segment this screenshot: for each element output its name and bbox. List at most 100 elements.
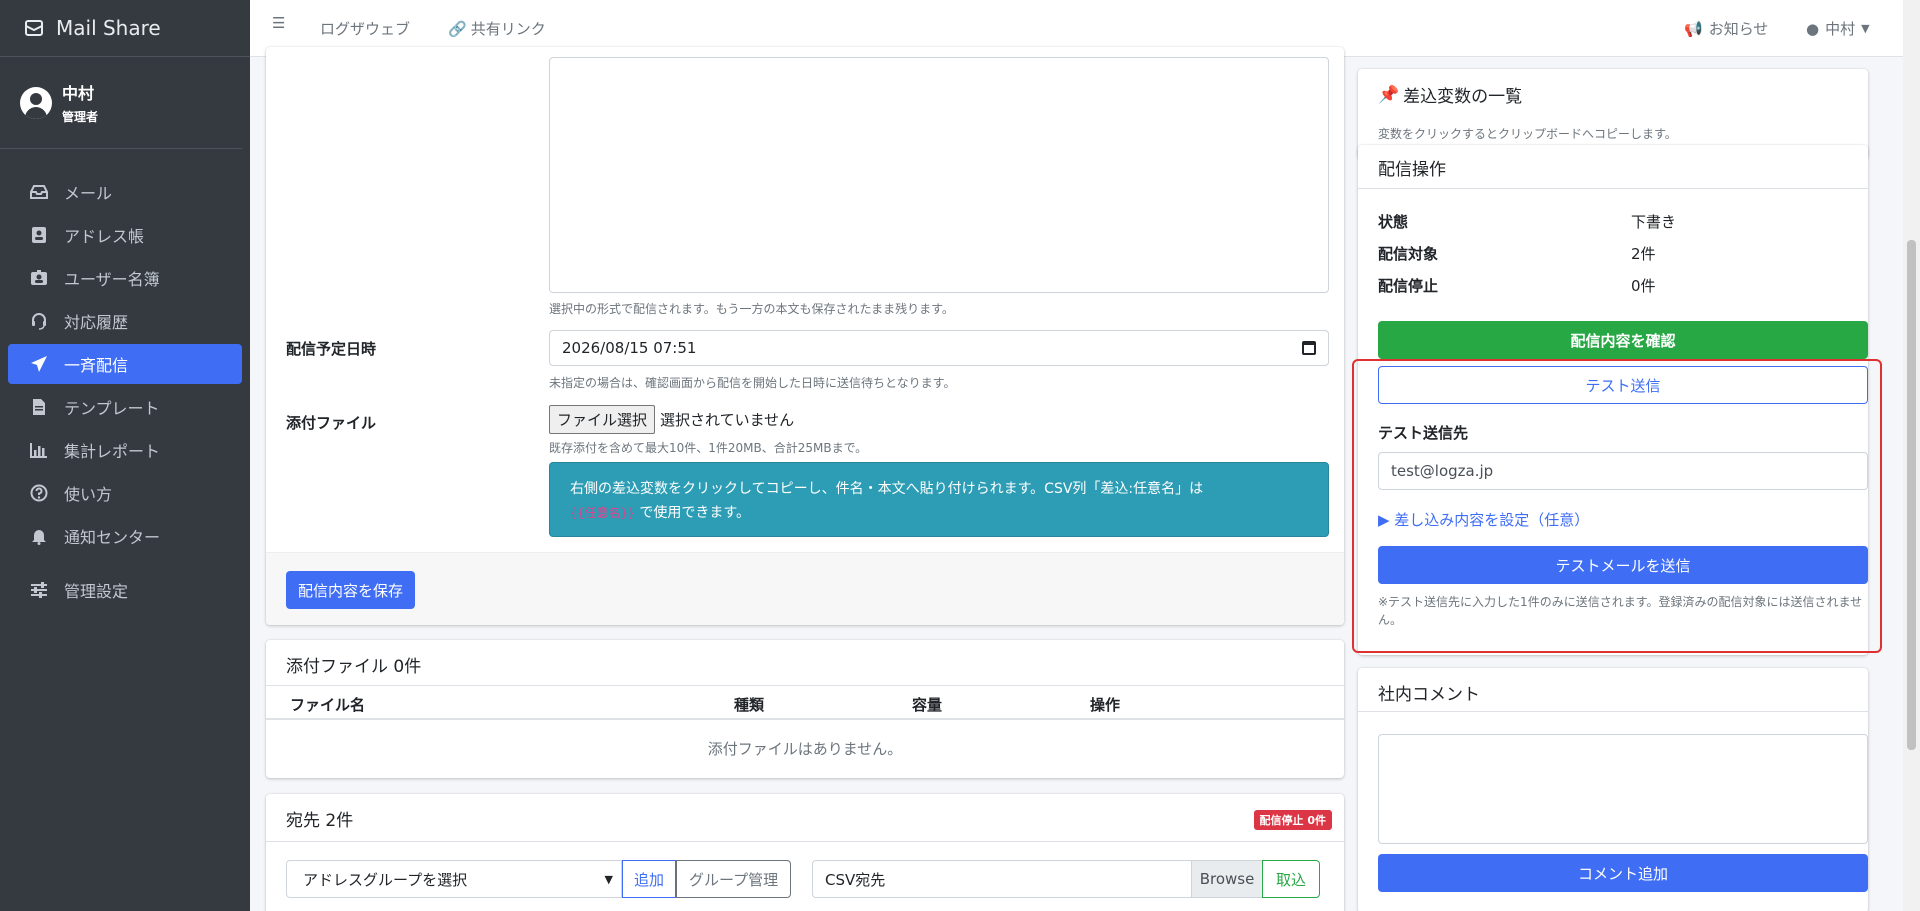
- add-group-button[interactable]: 追加: [622, 860, 677, 898]
- link-icon: 🔗: [448, 19, 467, 38]
- csv-file-input[interactable]: CSV宛先: [812, 860, 1192, 898]
- sidebar-item-label: 通知センター: [64, 528, 161, 547]
- sliders-icon: [28, 581, 50, 599]
- target-key: 配信対象: [1378, 245, 1439, 263]
- scrollbar-thumb[interactable]: [1907, 240, 1916, 750]
- inbox-icon: [28, 183, 50, 201]
- sidebar-item-label: 一斉配信: [64, 356, 129, 375]
- test-dest-input[interactable]: test@logza.jp: [1378, 452, 1868, 490]
- merge-info-callout: 右側の差込変数をクリックしてコピーし、件名・本文へ貼り付けられます。CSV列「差…: [549, 462, 1329, 537]
- sidebar-item-mail[interactable]: メール: [8, 172, 242, 212]
- sidebar-item-label: 管理設定: [64, 582, 129, 601]
- unsubscribe-badge: 配信停止 0件: [1253, 810, 1332, 830]
- target-row: 配信対象 2件: [1378, 243, 1656, 264]
- merge-vars-desc: 変数をクリックするとクリップボードへコピーします。: [1378, 127, 1677, 141]
- comment-header: 社内コメント: [1358, 668, 1868, 712]
- address-book-icon: [28, 226, 50, 244]
- form-footer: 配信内容を保存: [266, 552, 1344, 625]
- internal-comment-card: 社内コメント コメント追加: [1358, 668, 1868, 911]
- add-comment-button[interactable]: コメント追加: [1378, 854, 1868, 892]
- sidebar-item-user-roster[interactable]: ユーザー名簿: [8, 258, 242, 298]
- callout-text: 右側の差込変数をクリックしてコピーし、件名・本文へ貼り付けられます。CSV列「差…: [570, 481, 1204, 497]
- col-type: 種類: [734, 696, 765, 714]
- test-dest-label: テスト送信先: [1378, 424, 1469, 442]
- file-select-button[interactable]: ファイル選択: [549, 405, 656, 434]
- file-none-text: 選択されていません: [660, 411, 795, 429]
- mail-share-logo-icon: [22, 17, 46, 39]
- col-filename: ファイル名: [290, 696, 366, 714]
- nav-notice[interactable]: 📢 お知らせ: [1684, 18, 1768, 39]
- nav-link-logzaweb[interactable]: ログザウェブ: [320, 18, 410, 39]
- bell-icon: [28, 527, 50, 545]
- col-actions: 操作: [1090, 696, 1121, 714]
- destinations-title: 宛先 2件: [286, 811, 354, 831]
- nav-link-share[interactable]: 🔗 共有リンク: [448, 18, 546, 39]
- stopped-key: 配信停止: [1378, 277, 1439, 295]
- stopped-row: 配信停止 0件: [1378, 275, 1656, 296]
- user-panel[interactable]: 中村 管理者: [0, 57, 242, 149]
- sidebar-item-broadcast[interactable]: 一斉配信: [8, 344, 242, 384]
- user-role: 管理者: [62, 110, 99, 124]
- sidebar-item-admin-settings[interactable]: 管理設定: [8, 570, 242, 610]
- user-circle-icon: ●: [1806, 19, 1820, 38]
- attachments-title: 添付ファイル 0件: [286, 657, 422, 677]
- callout-code: {{任意名}}: [570, 506, 635, 520]
- chevron-down-icon: ▼: [1861, 22, 1870, 35]
- sidebar-item-address-book[interactable]: アドレス帳: [8, 215, 242, 255]
- merge-settings-toggle[interactable]: ▶ 差し込み内容を設定（任意）: [1378, 509, 1589, 530]
- page-scrollbar[interactable]: [1903, 0, 1920, 911]
- comment-title: 社内コメント: [1378, 685, 1480, 705]
- confirm-delivery-button[interactable]: 配信内容を確認: [1378, 321, 1868, 359]
- import-button[interactable]: 取込: [1262, 860, 1320, 898]
- sidebar-item-help[interactable]: 使い方: [8, 473, 242, 513]
- merge-vars-title: 差込変数の一覧: [1403, 87, 1523, 107]
- main-column: 選択中の形式で配信されます。もう一方の本文も保存されたまま残ります。 配信予定日…: [266, 47, 1344, 911]
- body-help-text: 選択中の形式で配信されます。もう一方の本文も保存されたまま残ります。: [549, 302, 954, 316]
- user-name: 中村: [62, 84, 95, 103]
- callout-tail: で使用できます。: [639, 505, 750, 521]
- sidebar-item-history[interactable]: 対応履歴: [8, 301, 242, 341]
- hamburger-menu-icon[interactable]: ☰: [272, 14, 285, 32]
- schedule-label: 配信予定日時: [286, 340, 377, 358]
- stopped-value: 0件: [1631, 277, 1656, 295]
- sidebar-item-reports[interactable]: 集計レポート: [8, 430, 242, 470]
- destinations-card: 宛先 2件 配信停止 0件 アドレスグループを選択 ▼ 追加 グループ管理 CS…: [266, 794, 1344, 911]
- sidebar-item-label: 対応履歴: [64, 313, 129, 332]
- group-manage-button[interactable]: グループ管理: [676, 860, 792, 898]
- brand-name: Mail Share: [56, 16, 161, 40]
- schedule-value: 2026/08/15 07:51: [562, 339, 697, 357]
- paper-plane-icon: [28, 355, 50, 373]
- pin-icon: 📌: [1378, 84, 1400, 105]
- sidebar-item-label: アドレス帳: [64, 227, 145, 246]
- save-button[interactable]: 配信内容を保存: [286, 571, 416, 609]
- attach-label: 添付ファイル: [286, 414, 377, 432]
- megaphone-icon: 📢: [1684, 19, 1703, 38]
- file-icon: [28, 398, 50, 416]
- comment-textarea[interactable]: [1378, 734, 1868, 844]
- schedule-datetime-input[interactable]: 2026/08/15 07:51: [549, 330, 1329, 366]
- attachments-empty: 添付ファイルはありません。: [707, 739, 903, 758]
- attachments-table-header: ファイル名 種類 容量 操作: [266, 685, 1344, 720]
- body-textarea[interactable]: [549, 57, 1329, 293]
- attachments-card: 添付ファイル 0件 ファイル名 種類 容量 操作 添付ファイルはありません。: [266, 640, 1344, 778]
- status-row: 状態 下書き: [1378, 211, 1676, 232]
- address-group-select[interactable]: アドレスグループを選択 ▼: [286, 860, 622, 898]
- nav-user-menu[interactable]: ● 中村 ▼: [1806, 18, 1870, 39]
- id-badge-icon: [28, 269, 50, 287]
- user-avatar-icon: [20, 86, 52, 119]
- sidebar: Mail Share 中村 管理者 メール アドレス帳 ユーザー名簿 対応履歴 …: [0, 0, 250, 911]
- merge-vars-title-row[interactable]: 📌 差込変数の一覧: [1378, 82, 1523, 108]
- browse-button[interactable]: Browse: [1191, 860, 1263, 898]
- test-send-toggle-button[interactable]: テスト送信: [1378, 366, 1868, 404]
- brand[interactable]: Mail Share: [0, 0, 250, 57]
- sidebar-item-label: テンプレート: [64, 399, 160, 418]
- bar-chart-icon: [28, 441, 50, 459]
- send-test-mail-button[interactable]: テストメールを送信: [1378, 546, 1868, 584]
- address-group-select-value: アドレスグループを選択: [303, 870, 468, 889]
- calendar-icon[interactable]: [1302, 341, 1316, 355]
- sidebar-item-label: メール: [64, 184, 113, 203]
- sidebar-item-templates[interactable]: テンプレート: [8, 387, 242, 427]
- sidebar-item-notifications[interactable]: 通知センター: [8, 516, 242, 556]
- chevron-down-icon: ▼: [604, 873, 613, 886]
- broadcast-form-card: 選択中の形式で配信されます。もう一方の本文も保存されたまま残ります。 配信予定日…: [266, 47, 1344, 625]
